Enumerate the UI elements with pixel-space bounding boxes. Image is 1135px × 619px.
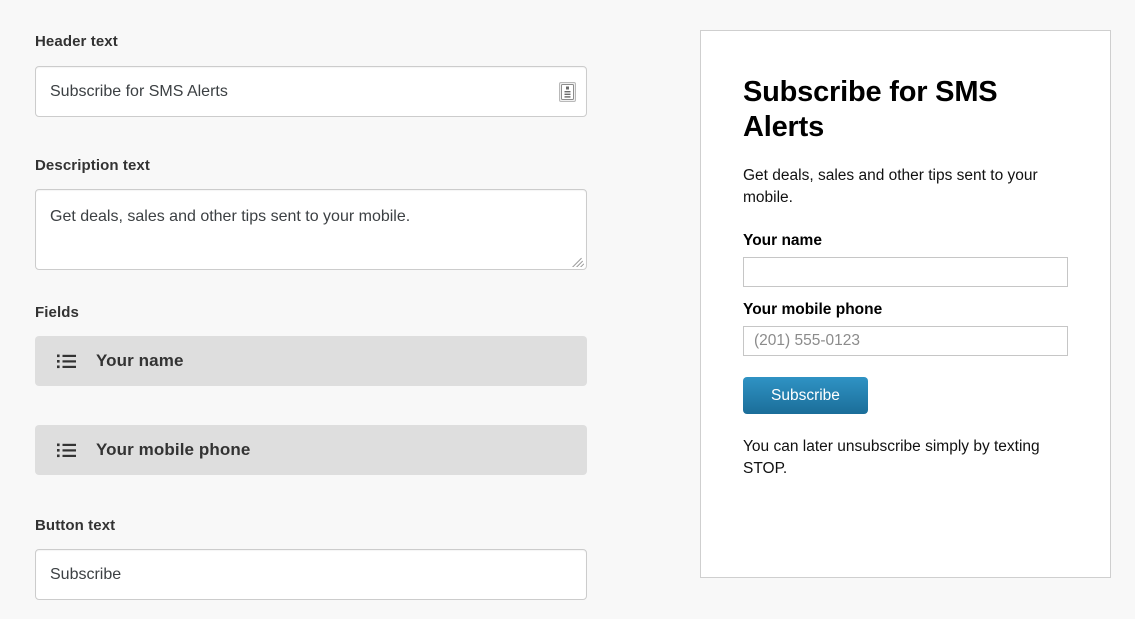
button-text-input[interactable]: Subscribe — [35, 549, 587, 600]
merge-tag-icon[interactable] — [559, 81, 576, 102]
preview-content: Subscribe for SMS Alerts Get deals, sale… — [701, 31, 1110, 480]
preview-description: Get deals, sales and other tips sent to … — [743, 167, 1038, 206]
description-text-value: Get deals, sales and other tips sent to … — [50, 208, 411, 225]
preview-name-label: Your name — [743, 232, 822, 249]
preview-subscribe-button[interactable]: Subscribe — [743, 377, 868, 414]
preview-footnote: You can later unsubscribe simply by text… — [743, 438, 1040, 477]
form-builder-screen: Header text Subscribe for SMS Alerts Des… — [0, 0, 1135, 619]
button-text-label: Button text — [35, 517, 116, 534]
header-text-input[interactable]: Subscribe for SMS Alerts — [35, 66, 587, 117]
preview-phone-input[interactable] — [743, 326, 1068, 356]
description-text-textarea[interactable]: Get deals, sales and other tips sent to … — [35, 189, 587, 270]
field-row-label: Your mobile phone — [96, 440, 251, 459]
button-text-group: Button text — [35, 517, 587, 535]
fields-section-label: Fields — [35, 304, 79, 321]
textarea-resize-handle[interactable] — [572, 255, 584, 267]
description-text-label: Description text — [35, 157, 150, 174]
list-drag-icon[interactable] — [57, 443, 76, 458]
field-row-your-mobile-phone[interactable]: Your mobile phone — [35, 425, 587, 475]
header-text-group: Header text — [35, 33, 587, 51]
description-text-group: Description text — [35, 157, 587, 175]
header-text-label: Header text — [35, 33, 118, 50]
list-drag-icon[interactable] — [57, 354, 76, 369]
field-row-your-name[interactable]: Your name — [35, 336, 587, 386]
header-text-input-value: Subscribe for SMS Alerts — [50, 83, 228, 100]
field-row-label: Your name — [96, 351, 184, 370]
preview-phone-label: Your mobile phone — [743, 301, 883, 318]
preview-title: Subscribe for SMS Alerts — [743, 76, 998, 143]
form-preview-panel: Subscribe for SMS Alerts Get deals, sale… — [700, 30, 1111, 578]
fields-section-group: Fields — [35, 304, 587, 322]
preview-name-input[interactable] — [743, 257, 1068, 287]
button-text-input-value: Subscribe — [50, 566, 122, 583]
